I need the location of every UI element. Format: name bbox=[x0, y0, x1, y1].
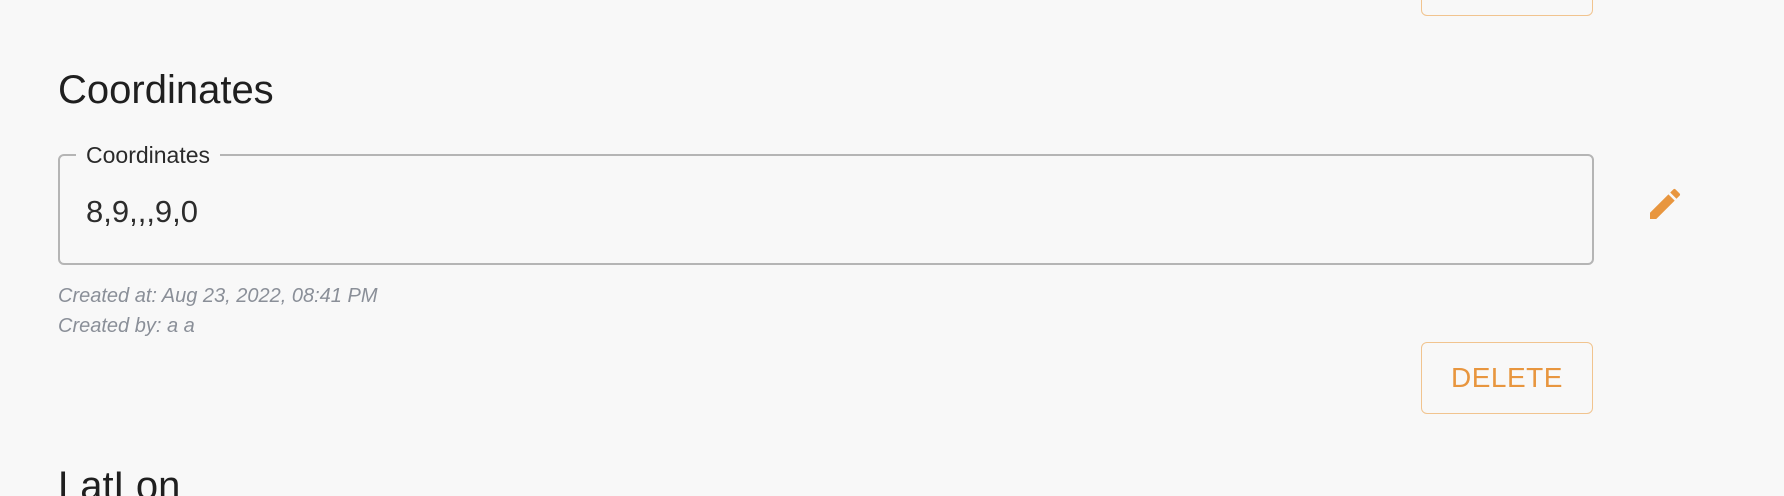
coordinates-field[interactable]: Coordinates bbox=[58, 142, 1594, 265]
next-section-heading: LatLon bbox=[58, 464, 181, 496]
created-at-text: Created at: Aug 23, 2022, 08:41 PM bbox=[58, 285, 378, 307]
edit-button[interactable] bbox=[1641, 180, 1689, 228]
created-by-text: Created by: a a bbox=[58, 315, 195, 337]
previous-section-button[interactable] bbox=[1421, 0, 1593, 16]
page: Coordinates Coordinates Created at: Aug … bbox=[0, 0, 1784, 496]
coordinates-input[interactable] bbox=[86, 194, 1486, 230]
delete-button[interactable]: DELETE bbox=[1421, 342, 1593, 414]
coordinates-field-label: Coordinates bbox=[76, 142, 221, 168]
section-heading: Coordinates bbox=[58, 68, 274, 112]
pencil-icon bbox=[1650, 188, 1681, 219]
